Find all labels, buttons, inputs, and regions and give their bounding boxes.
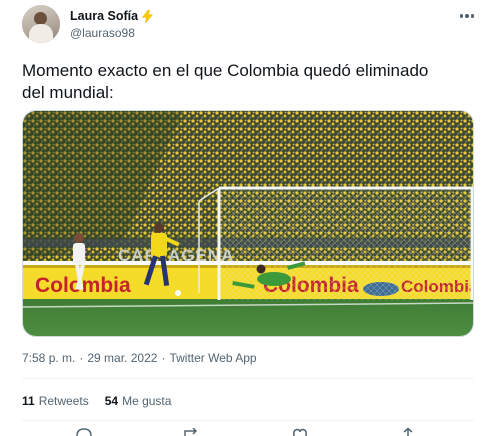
tweet-card: Laura Sofía @lauraso98 Momento exacto en… — [0, 0, 498, 436]
retweets-label: Retweets — [38, 394, 89, 408]
engagement-stats: 11 Retweets 54 Me gusta — [22, 394, 187, 408]
divider — [22, 420, 474, 421]
avatar[interactable] — [22, 5, 60, 43]
tweet-date[interactable]: 29 mar. 2022 — [87, 351, 157, 365]
likes-label: Me gusta — [122, 394, 172, 408]
likes-stat[interactable]: 54 Me gusta — [105, 394, 172, 408]
retweets-count: 11 — [22, 394, 35, 408]
ball — [175, 290, 181, 296]
sponsor-board-left: Colombia — [35, 274, 131, 297]
football-goal-scene: CARTAGENA Colombia Colombia Colombia — [23, 111, 473, 336]
tweet-source[interactable]: Twitter Web App — [169, 351, 256, 365]
tweet-time[interactable]: 7:58 p. m. — [22, 351, 75, 365]
more-options-icon[interactable] — [459, 13, 475, 19]
divider — [22, 378, 474, 379]
stadium-banner-text: CARTAGENA — [118, 246, 234, 265]
lightning-bolt-icon — [142, 9, 154, 23]
tweet-text: Momento exacto en el que Colombia quedó … — [22, 61, 429, 102]
tweet-media-image[interactable]: CARTAGENA Colombia Colombia Colombia — [22, 110, 474, 337]
tweet-meta: 7:58 p. m. · 29 mar. 2022 · Twitter Web … — [22, 351, 257, 365]
user-handle[interactable]: @lauraso98 — [70, 26, 135, 40]
meta-separator: · — [161, 351, 166, 365]
retweets-stat[interactable]: 11 Retweets — [22, 394, 89, 408]
likes-count: 54 — [104, 394, 119, 408]
meta-separator: · — [79, 351, 84, 365]
display-name[interactable]: Laura Sofía — [70, 9, 138, 23]
author-name-row[interactable]: Laura Sofía — [70, 9, 154, 23]
